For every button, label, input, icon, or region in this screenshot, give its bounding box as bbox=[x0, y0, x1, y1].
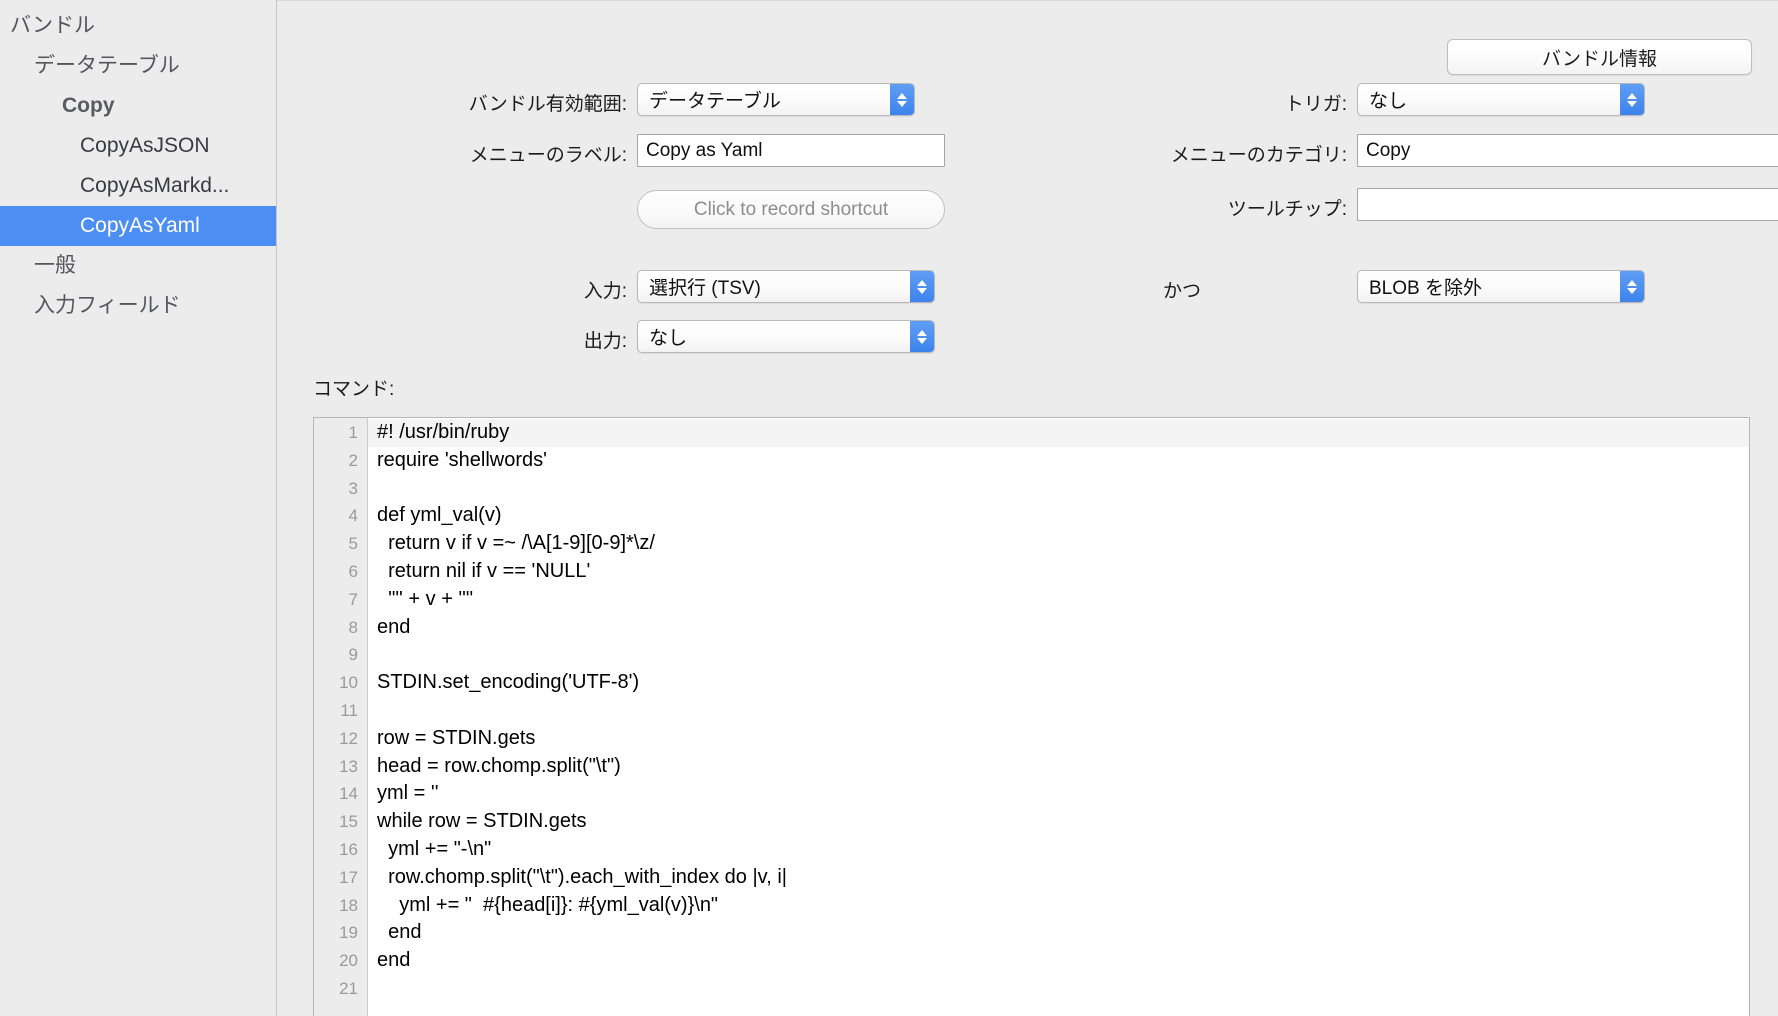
scope-label: バンドル有効範囲: bbox=[468, 94, 627, 115]
line-number: 10 bbox=[339, 673, 358, 693]
command-label: コマンド: bbox=[313, 379, 395, 400]
line-number: 14 bbox=[339, 784, 358, 804]
code-line[interactable] bbox=[368, 975, 1749, 1003]
line-number: 13 bbox=[339, 756, 358, 776]
sidebar-item-label: 入力フィールド bbox=[34, 294, 181, 317]
code-line[interactable]: row.chomp.split("\t").each_with_index do… bbox=[368, 864, 1749, 892]
sidebar-item-label: Copy bbox=[62, 94, 115, 117]
trigger-popup[interactable]: なし bbox=[1357, 83, 1645, 116]
line-number: 15 bbox=[339, 812, 358, 832]
sidebar-item-label: CopyAsMarkd... bbox=[80, 174, 230, 197]
sidebar-item-label: 一般 bbox=[34, 254, 76, 277]
output-popup[interactable]: なし bbox=[637, 320, 935, 353]
line-number: 5 bbox=[348, 534, 358, 554]
code-line[interactable]: #! /usr/bin/ruby bbox=[368, 419, 1749, 447]
chevron-updown-icon[interactable] bbox=[1620, 84, 1644, 115]
bundle-info-button-label: バンドル情報 bbox=[1542, 48, 1657, 70]
code-area[interactable]: #! /usr/bin/ruby require 'shellwords' def … bbox=[368, 418, 1749, 1016]
line-number: 8 bbox=[348, 617, 358, 637]
code-line[interactable]: end bbox=[368, 614, 1749, 642]
code-line[interactable]: head = row.chomp.split("\t") bbox=[368, 753, 1749, 781]
sidebar-item-7[interactable]: 入力フィールド bbox=[0, 286, 276, 326]
line-number: 17 bbox=[339, 867, 358, 887]
code-line[interactable]: yml = '' bbox=[368, 780, 1749, 808]
line-number: 7 bbox=[348, 589, 358, 609]
chevron-updown-icon[interactable] bbox=[910, 271, 934, 302]
chevron-updown-icon[interactable] bbox=[890, 84, 914, 115]
line-number: 6 bbox=[348, 561, 358, 581]
code-line[interactable]: def yml_val(v) bbox=[368, 502, 1749, 530]
tooltip-input[interactable] bbox=[1357, 188, 1778, 221]
input-popup[interactable]: 選択行 (TSV) bbox=[637, 270, 935, 303]
menu-label-label: メニューのラベル: bbox=[469, 145, 627, 166]
record-shortcut-placeholder: Click to record shortcut bbox=[693, 198, 889, 220]
chevron-updown-icon[interactable] bbox=[1620, 271, 1644, 302]
line-number: 1 bbox=[348, 423, 358, 442]
sidebar-item-2[interactable]: Copy bbox=[0, 86, 276, 126]
line-number: 3 bbox=[348, 478, 358, 498]
code-line[interactable]: yml += "-\n" bbox=[368, 836, 1749, 864]
trigger-popup-value: なし bbox=[1369, 91, 1408, 112]
code-line[interactable]: end bbox=[368, 947, 1749, 975]
bundle-info-button[interactable]: バンドル情報 bbox=[1447, 39, 1752, 75]
sidebar-item-3[interactable]: CopyAsJSON bbox=[0, 126, 276, 166]
line-number: 11 bbox=[340, 700, 358, 720]
input-popup-value: 選択行 (TSV) bbox=[649, 278, 761, 299]
line-number-gutter: 1 2 3 4 5 6 7 8 9 10 11 12 13 14 15 16 17 18 19 20 21 bbox=[314, 418, 368, 1016]
code-line[interactable]: STDIN.set_encoding('UTF-8') bbox=[368, 669, 1749, 697]
scope-popup[interactable]: データテーブル bbox=[637, 83, 915, 116]
sidebar-item-label: データテーブル bbox=[34, 54, 180, 77]
input-label: 入力: bbox=[583, 281, 627, 302]
line-number: 21 bbox=[339, 978, 358, 998]
code-line[interactable]: while row = STDIN.gets bbox=[368, 808, 1749, 836]
record-shortcut-button[interactable]: Click to record shortcut bbox=[637, 190, 945, 229]
blob-popup[interactable]: BLOB を除外 bbox=[1357, 270, 1645, 303]
code-line[interactable]: yml += " #{head[i]}: #{yml_val(v)}\n" bbox=[368, 892, 1749, 920]
blob-popup-value: BLOB を除外 bbox=[1369, 278, 1482, 299]
bundle-tree: バンドルデータテーブル Copy CopyAsJSON CopyAsMarkd... C… bbox=[0, 6, 276, 326]
sidebar-item-1[interactable]: データテーブル bbox=[0, 46, 276, 86]
menu-category-label: メニューのカテゴリ: bbox=[1170, 145, 1347, 166]
line-number: 20 bbox=[339, 951, 358, 971]
line-number: 19 bbox=[339, 923, 358, 943]
code-line[interactable]: end bbox=[368, 919, 1749, 947]
command-code-editor[interactable]: 1 2 3 4 5 6 7 8 9 10 11 12 13 14 15 16 17 18 19 20 21 #! /us… bbox=[313, 417, 1750, 1016]
code-line[interactable]: '"' + v + '"' bbox=[368, 586, 1749, 614]
code-line[interactable]: require 'shellwords' bbox=[368, 447, 1749, 475]
line-number: 4 bbox=[348, 506, 358, 526]
bundle-tree-sidebar: バンドルデータテーブル Copy CopyAsJSON CopyAsMarkd... C… bbox=[0, 0, 277, 1016]
code-line[interactable] bbox=[368, 697, 1749, 725]
sidebar-item-label: CopyAsYaml bbox=[80, 214, 200, 237]
line-number: 12 bbox=[339, 728, 358, 748]
preferences-window: バンドルデータテーブル Copy CopyAsJSON CopyAsMarkd... C… bbox=[0, 0, 1778, 1016]
sidebar-item-label: バンドル bbox=[10, 14, 96, 37]
sidebar-item-4[interactable]: CopyAsMarkd... bbox=[0, 166, 276, 206]
code-line[interactable] bbox=[368, 475, 1749, 503]
menu-label-input[interactable]: Copy as Yaml bbox=[637, 134, 945, 167]
sidebar-item-5[interactable]: CopyAsYaml bbox=[0, 206, 276, 246]
sidebar-item-0[interactable]: バンドル bbox=[0, 6, 276, 46]
tooltip-label: ツールチップ: bbox=[1227, 199, 1347, 220]
output-popup-value: なし bbox=[649, 328, 688, 349]
code-line[interactable]: return v if v =~ /\A[1-9][0-9]*\z/ bbox=[368, 530, 1749, 558]
menu-category-input[interactable]: Copy bbox=[1357, 134, 1778, 167]
line-number: 9 bbox=[348, 645, 358, 665]
scope-popup-value: データテーブル bbox=[649, 91, 781, 112]
code-line[interactable] bbox=[368, 641, 1749, 669]
output-label: 出力: bbox=[583, 331, 627, 352]
sidebar-item-label: CopyAsJSON bbox=[80, 134, 210, 157]
code-line[interactable]: return nil if v == 'NULL' bbox=[368, 558, 1749, 586]
sidebar-item-6[interactable]: 一般 bbox=[0, 246, 276, 286]
line-number: 16 bbox=[339, 839, 358, 859]
code-line[interactable]: row = STDIN.gets bbox=[368, 725, 1749, 753]
line-number: 18 bbox=[339, 895, 358, 915]
and-label: かつ bbox=[1162, 281, 1201, 302]
sidebar-scrollbar[interactable] bbox=[265, 0, 272, 1016]
trigger-label: トリガ: bbox=[1284, 94, 1347, 115]
line-number: 2 bbox=[348, 450, 358, 470]
chevron-updown-icon[interactable] bbox=[910, 321, 934, 352]
